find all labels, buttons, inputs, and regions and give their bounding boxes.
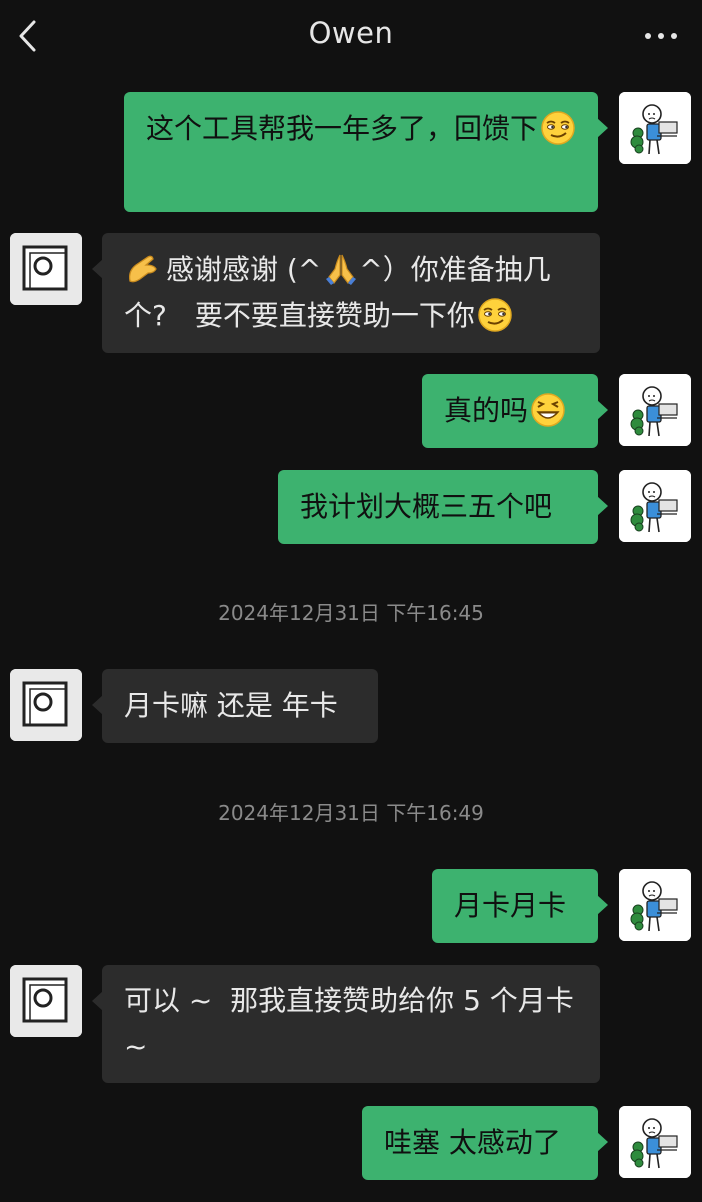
- message-text: 真的吗: [444, 394, 529, 427]
- folded-hands-icon: [323, 251, 359, 287]
- contact-avatar[interactable]: [10, 669, 82, 741]
- message-text: 可以 ~ 那我直接赞助给你 5 个月卡 ~: [124, 984, 583, 1063]
- chat-header: Owen: [0, 0, 702, 72]
- smirking-face-icon: [477, 297, 513, 333]
- message-bubble[interactable]: 可以 ~ 那我直接赞助给你 5 个月卡 ~: [92, 965, 600, 1083]
- message-bubble[interactable]: 感谢感谢 (^ ^）你准备抽几个? 要不要直接赞助一下你: [92, 233, 600, 353]
- message-bubble[interactable]: 月卡嘛 还是 年卡: [92, 669, 378, 743]
- user-avatar[interactable]: [619, 1106, 691, 1178]
- message-text: 我计划大概三五个吧: [300, 490, 553, 523]
- timestamp: 2024年12月31日 下午16:45: [218, 601, 484, 625]
- user-avatar[interactable]: [619, 374, 691, 446]
- user-avatar[interactable]: [619, 470, 691, 542]
- message-text-part: 感谢感谢 (^: [166, 253, 322, 286]
- message-bubble[interactable]: 真的吗: [422, 374, 608, 448]
- message-text: 月卡嘛 还是 年卡: [124, 689, 338, 722]
- message-text: 哇塞 太感动了: [384, 1126, 561, 1159]
- user-avatar[interactable]: [619, 92, 691, 164]
- ellipsis-icon[interactable]: [642, 24, 680, 48]
- smirking-face-icon: [540, 110, 576, 146]
- message-bubble[interactable]: 这个工具帮我一年多了，回馈下: [124, 92, 608, 212]
- message-text: 这个工具帮我一年多了，回馈下: [146, 112, 539, 145]
- user-avatar[interactable]: [619, 869, 691, 941]
- message-bubble[interactable]: 月卡月卡: [432, 869, 608, 943]
- chat-title: Owen: [308, 16, 394, 50]
- contact-avatar[interactable]: [10, 233, 82, 305]
- timestamp: 2024年12月31日 下午16:49: [218, 801, 484, 825]
- grinning-squinting-face-icon: [530, 392, 566, 428]
- message-bubble[interactable]: 我计划大概三五个吧: [278, 470, 608, 544]
- contact-avatar[interactable]: [10, 965, 82, 1037]
- message-text: 月卡月卡: [454, 889, 567, 922]
- pinching-hand-icon: [124, 251, 160, 287]
- message-bubble[interactable]: 哇塞 太感动了: [362, 1106, 608, 1180]
